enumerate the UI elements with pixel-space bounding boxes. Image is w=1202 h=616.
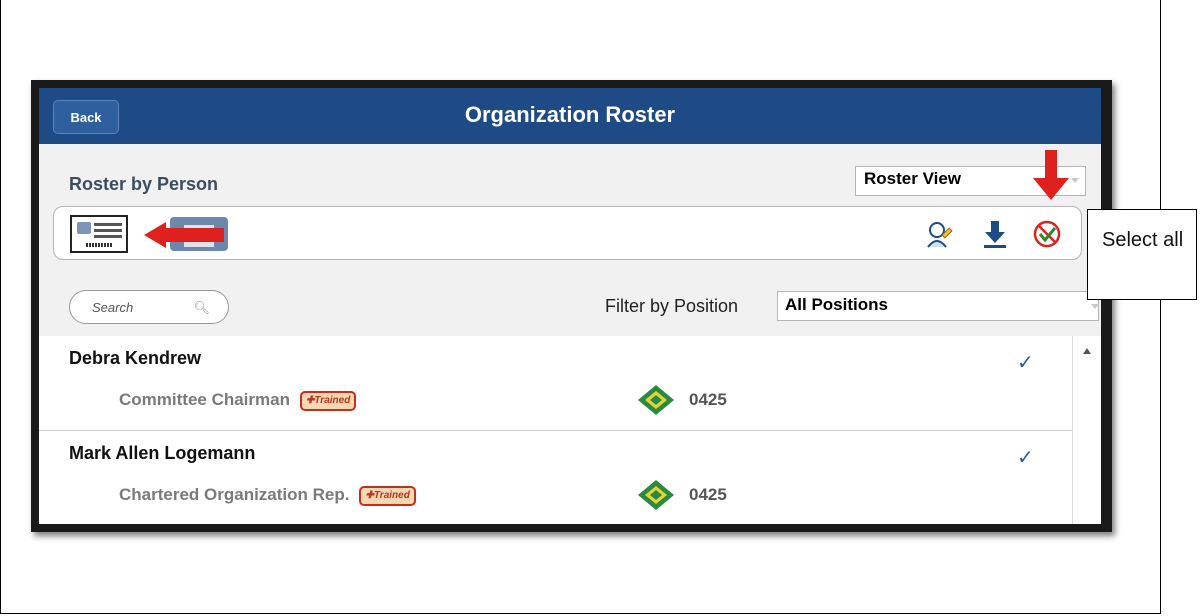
position-label: Committee Chairman bbox=[119, 390, 290, 409]
member-list: Debra Kendrew Committee Chairman ✚Trained… bbox=[39, 336, 1073, 524]
card-line bbox=[94, 223, 122, 226]
search-icon: 🔍︎ bbox=[193, 300, 210, 315]
screen: Back Organization Roster Roster by Perso… bbox=[39, 88, 1101, 524]
roster-by-person-label: Roster by Person bbox=[69, 174, 219, 194]
checkmark-icon[interactable]: ✓ bbox=[1017, 350, 1034, 375]
member-code: 0425 bbox=[689, 485, 727, 504]
search-placeholder: Search bbox=[92, 300, 134, 315]
position-label: Chartered Organization Rep. bbox=[119, 485, 350, 504]
venture-emblem-icon bbox=[638, 385, 674, 415]
trained-badge: ✚Trained bbox=[359, 486, 416, 506]
badge-label: Trained bbox=[373, 490, 410, 501]
member-position: Committee Chairman ✚Trained bbox=[119, 390, 357, 411]
scroll-up-icon[interactable] bbox=[1083, 348, 1091, 354]
toolbar bbox=[53, 206, 1082, 260]
member-code: 0425 bbox=[689, 390, 727, 409]
trained-badge: ✚Trained bbox=[299, 391, 357, 411]
search-input[interactable]: Search 🔍︎ bbox=[69, 290, 229, 324]
filter-label: Filter by Position bbox=[605, 296, 739, 316]
card-line bbox=[94, 235, 122, 238]
down-pointing-arrow-icon bbox=[1033, 150, 1069, 200]
member-name: Mark Allen Logemann bbox=[69, 443, 256, 463]
app-window: Back Organization Roster Roster by Perso… bbox=[31, 80, 1112, 532]
chevron-down-icon bbox=[1071, 178, 1079, 183]
select-all-icon[interactable] bbox=[1032, 219, 1062, 249]
id-card-icon[interactable] bbox=[70, 215, 128, 253]
member-name: Debra Kendrew bbox=[69, 348, 202, 368]
roster-view-value: Roster View bbox=[864, 169, 962, 188]
scrollbar[interactable] bbox=[1073, 336, 1101, 524]
emblem-icon bbox=[77, 222, 91, 234]
position-filter-select[interactable]: All Positions bbox=[777, 291, 1099, 321]
list-item[interactable]: Mark Allen Logemann Chartered Organizati… bbox=[39, 431, 1072, 524]
position-filter-value: All Positions bbox=[785, 295, 888, 314]
left-pointing-arrow-icon bbox=[144, 222, 224, 248]
badge-label: Trained bbox=[314, 395, 351, 406]
select-all-callout: Select all bbox=[1087, 209, 1197, 300]
checkmark-icon[interactable]: ✓ bbox=[1017, 445, 1034, 470]
download-icon[interactable] bbox=[980, 219, 1010, 249]
venture-emblem-icon bbox=[638, 480, 674, 510]
title-bar: Back Organization Roster bbox=[39, 88, 1101, 144]
edit-person-icon[interactable] bbox=[924, 219, 954, 249]
card-line bbox=[94, 229, 122, 232]
barcode-icon bbox=[86, 243, 112, 247]
page-title: Organization Roster bbox=[464, 102, 676, 127]
list-item[interactable]: Debra Kendrew Committee Chairman ✚Trained… bbox=[39, 336, 1072, 431]
chevron-down-icon bbox=[1091, 304, 1099, 309]
member-position: Chartered Organization Rep. ✚Trained bbox=[119, 485, 416, 506]
